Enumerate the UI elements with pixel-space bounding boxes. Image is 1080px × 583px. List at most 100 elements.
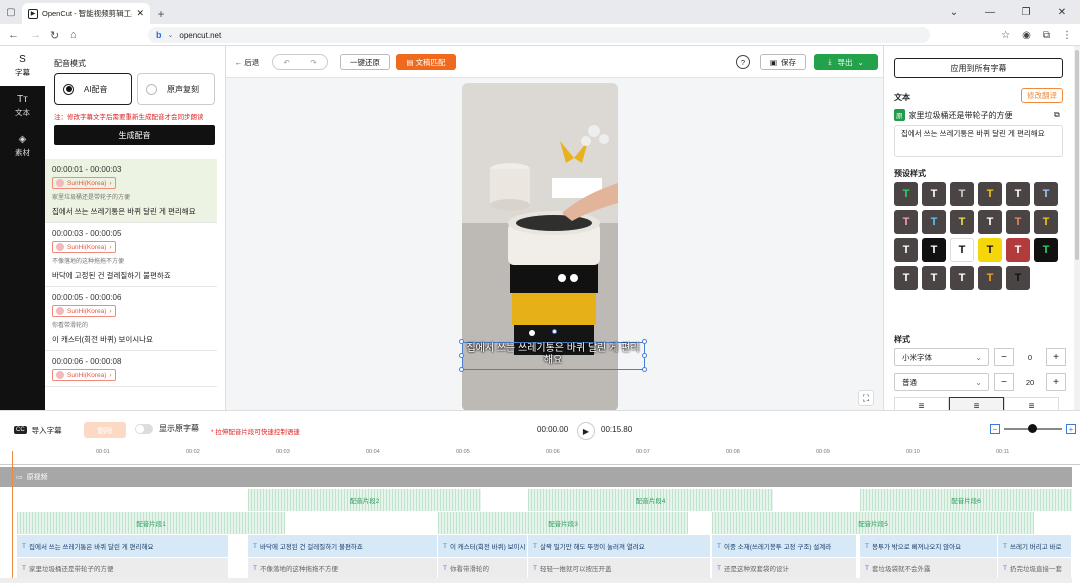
style-preset[interactable]: T bbox=[922, 210, 946, 234]
zoom-in-icon[interactable]: + bbox=[1066, 424, 1076, 434]
reload-icon[interactable]: ↻ bbox=[50, 24, 59, 46]
new-tab-icon[interactable]: + bbox=[150, 3, 172, 24]
segment-item[interactable]: 00:00:03 - 00:00:05 SunHi(Korea) › 不像落地的这种拖… bbox=[45, 223, 217, 287]
original-subtitle-clip[interactable]: T 你看带滑轮的 bbox=[438, 558, 528, 578]
subtitle-clip[interactable]: T 살짝 밀기만 해도 뚜껑이 눌러져 열려요 bbox=[528, 535, 711, 557]
plus-button[interactable]: + bbox=[1046, 348, 1066, 366]
audio-clip[interactable]: 配音片段3 bbox=[438, 512, 688, 534]
modify-translation-button[interactable]: 修改翻译 bbox=[1021, 88, 1063, 103]
redo-icon[interactable]: ↷ bbox=[310, 58, 316, 67]
browser-tab[interactable]: ▶ OpenCut - 智能视频剪辑工具 ✕ bbox=[22, 3, 150, 24]
url-input[interactable]: b ⌄ opencut.net bbox=[148, 27, 930, 43]
generate-dubbing-button[interactable]: 生成配音 bbox=[54, 125, 215, 145]
scroll-thumb[interactable] bbox=[1075, 50, 1079, 260]
original-subtitle-clip[interactable]: T 扔完垃圾直接一套 bbox=[998, 558, 1072, 578]
export-button[interactable]: ⤓ 导出 ⌄ bbox=[814, 54, 878, 70]
home-icon[interactable]: ⌂ bbox=[70, 24, 77, 46]
audio-clip[interactable]: 配音片段6 bbox=[860, 489, 1072, 511]
toggle-switch[interactable] bbox=[135, 423, 153, 434]
minus-button[interactable]: − bbox=[994, 373, 1014, 391]
original-subtitle-clip[interactable]: T 家里垃圾桶还是带轮子的方便 bbox=[17, 558, 229, 578]
video-track[interactable]: ▭ 原视频 bbox=[0, 467, 1072, 487]
align-left-icon[interactable]: ≡ bbox=[894, 397, 949, 410]
original-subtitle-clip[interactable]: T 轻轻一推就可以按压开盖 bbox=[528, 558, 711, 578]
mode-voice-clone[interactable]: 原声复刻 bbox=[137, 73, 215, 105]
time-ruler[interactable]: 00:01 00:02 00:03 00:04 00:05 00:06 00:07 00:08… bbox=[0, 449, 1080, 465]
minimize-icon[interactable]: — bbox=[972, 7, 1008, 18]
align-right-icon[interactable]: ≡ bbox=[1004, 397, 1059, 410]
audio-clip[interactable]: 配音片段1 bbox=[17, 512, 285, 534]
back-icon[interactable]: ← bbox=[8, 24, 19, 46]
profile-icon[interactable]: ◉ bbox=[1022, 30, 1031, 41]
translation-textarea[interactable]: 집에서 쓰는 쓰레기통은 바퀴 달린 게 편리해요 bbox=[894, 125, 1063, 157]
style-preset[interactable]: T bbox=[950, 210, 974, 234]
segment-translation[interactable]: 바닥에 고정된 건 걸레질하기 불편하죠 bbox=[52, 270, 210, 281]
style-preset[interactable]: T bbox=[978, 266, 1002, 290]
segment-translation[interactable]: 집에서 쓰는 쓰레기통은 바퀴 달린 게 편리해요 bbox=[52, 206, 210, 217]
resize-handle[interactable] bbox=[642, 339, 647, 344]
delete-button[interactable]: 删除 bbox=[84, 422, 126, 438]
subtitle-clip[interactable]: T 봉투가 밖으로 삐져나오지 않아요 bbox=[860, 535, 998, 557]
save-button[interactable]: ▣ 保存 bbox=[760, 54, 806, 70]
weight-select[interactable]: 普通 ⌄ bbox=[894, 373, 989, 391]
rail-item-subtitles[interactable]: S 字幕 bbox=[0, 46, 45, 86]
resize-handle[interactable] bbox=[459, 367, 464, 372]
voice-selector[interactable]: SunHi(Korea) › bbox=[52, 241, 116, 253]
script-match-button[interactable]: ▤ 文稿匹配 bbox=[396, 54, 456, 70]
original-subtitle-clip[interactable]: T 还是这种双套袋的设计 bbox=[712, 558, 857, 578]
apply-to-all-button[interactable]: 应用到所有字幕 bbox=[894, 58, 1063, 78]
style-preset[interactable]: T bbox=[922, 238, 946, 262]
subtitle-clip[interactable]: T 바닥에 고정된 건 걸레질하기 불편하죠 bbox=[248, 535, 438, 557]
spacing-value[interactable]: 0 bbox=[1014, 348, 1046, 366]
favorite-icon[interactable]: ☆ bbox=[1001, 30, 1010, 41]
resize-handle[interactable] bbox=[642, 353, 647, 358]
scrollbar[interactable] bbox=[1074, 46, 1080, 410]
copy-icon[interactable]: ⧉ bbox=[1054, 110, 1060, 120]
menu-icon[interactable]: ⋮ bbox=[1062, 30, 1072, 41]
subtitle-clip[interactable]: T이 캐스터(회전 바퀴) 보이시 bbox=[438, 535, 528, 557]
style-preset[interactable]: T bbox=[978, 182, 1002, 206]
help-icon[interactable]: ? bbox=[736, 55, 750, 69]
import-subtitles-button[interactable]: CC 导入字幕 bbox=[14, 423, 62, 437]
extensions-icon[interactable]: ⧉ bbox=[1043, 30, 1050, 41]
style-preset[interactable]: T bbox=[978, 210, 1002, 234]
style-preset[interactable]: T bbox=[894, 266, 918, 290]
original-subtitle-clip[interactable]: T 不像落地的这种拖拖不方便 bbox=[248, 558, 438, 578]
zoom-out-icon[interactable]: − bbox=[990, 424, 1000, 434]
style-preset[interactable]: T bbox=[1006, 210, 1030, 234]
style-preset[interactable]: T bbox=[950, 182, 974, 206]
style-preset[interactable]: T bbox=[950, 266, 974, 290]
playhead[interactable] bbox=[12, 451, 13, 583]
style-preset[interactable]: T bbox=[1034, 238, 1058, 262]
segment-item[interactable]: 00:00:01 - 00:00:03 SunHi(Korea) › 家里垃圾桶还是带… bbox=[45, 159, 217, 223]
voice-selector[interactable]: SunHi(Korea) › bbox=[52, 305, 116, 317]
mode-ai-dubbing[interactable]: AI配音 bbox=[54, 73, 132, 105]
fullscreen-icon[interactable]: ⛶ bbox=[858, 390, 874, 406]
audio-clip[interactable]: 配音片段2 bbox=[248, 489, 481, 511]
chevron-down-icon[interactable]: ⌄ bbox=[168, 31, 174, 39]
restore-icon[interactable]: ❐ bbox=[1008, 7, 1044, 18]
audio-clip[interactable]: 配音片段5 bbox=[712, 512, 1034, 534]
plus-button[interactable]: + bbox=[1046, 373, 1066, 391]
forward-icon[interactable]: → bbox=[30, 24, 41, 46]
voice-selector[interactable]: SunHi(Korea) › bbox=[52, 369, 116, 381]
rail-item-assets[interactable]: ◈ 素材 bbox=[0, 126, 45, 166]
style-preset[interactable]: T bbox=[894, 182, 918, 206]
style-preset[interactable]: T bbox=[922, 266, 946, 290]
reset-button[interactable]: 一键还原 bbox=[340, 54, 390, 70]
subtitle-clip[interactable]: T 집에서 쓰는 쓰레기통은 바퀴 달린 게 편리해요 bbox=[17, 535, 229, 557]
style-preset[interactable]: T bbox=[894, 238, 918, 262]
rotate-handle[interactable] bbox=[552, 329, 557, 334]
resize-handle[interactable] bbox=[642, 367, 647, 372]
play-button[interactable]: ▶ bbox=[577, 422, 595, 440]
subtitle-clip[interactable]: T 이중 소재(쓰레기봉투 고정 구조) 설계라 bbox=[712, 535, 857, 557]
style-preset[interactable]: T bbox=[1006, 266, 1030, 290]
style-preset[interactable]: T bbox=[1006, 182, 1030, 206]
show-original-toggle[interactable]: 显示原字幕 bbox=[135, 423, 199, 434]
close-icon[interactable]: ✕ bbox=[136, 8, 144, 19]
style-preset[interactable]: T bbox=[978, 238, 1002, 262]
voice-selector[interactable]: SunHi(Korea) › bbox=[52, 177, 116, 189]
font-select[interactable]: 小米字体 ⌄ bbox=[894, 348, 989, 366]
close-window-icon[interactable]: ✕ bbox=[1044, 7, 1080, 18]
style-preset[interactable]: T bbox=[1034, 210, 1058, 234]
